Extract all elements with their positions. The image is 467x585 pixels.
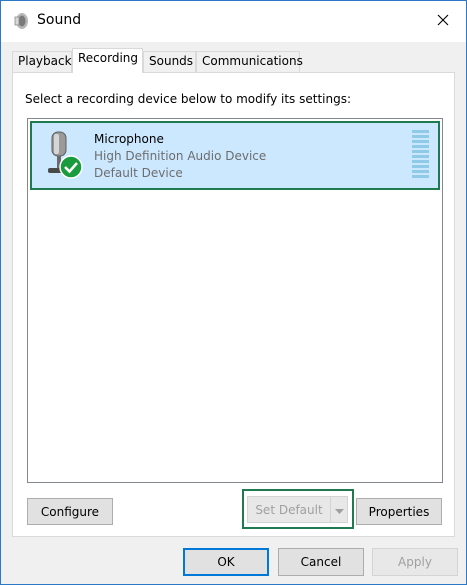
- configure-button[interactable]: Configure: [27, 498, 113, 525]
- device-status: Default Device: [94, 166, 183, 180]
- close-button[interactable]: [420, 1, 466, 42]
- device-list[interactable]: Microphone High Definition Audio Device …: [27, 118, 443, 483]
- default-check-icon: [59, 155, 83, 179]
- apply-button[interactable]: Apply: [372, 548, 458, 576]
- tab-playback[interactable]: Playback: [12, 51, 72, 72]
- ok-button[interactable]: OK: [183, 548, 269, 576]
- tab-recording[interactable]: Recording: [72, 48, 143, 73]
- speaker-icon: [13, 12, 29, 30]
- device-description: High Definition Audio Device: [94, 149, 267, 163]
- level-meter: [412, 130, 429, 182]
- tab-sounds[interactable]: Sounds: [143, 51, 196, 72]
- instruction-text: Select a recording device below to modif…: [25, 92, 352, 106]
- device-row-microphone[interactable]: Microphone High Definition Audio Device …: [30, 121, 440, 190]
- tab-communications[interactable]: Communications: [196, 51, 303, 72]
- close-icon: [437, 14, 449, 29]
- set-default-button[interactable]: Set Default: [247, 496, 331, 523]
- device-name: Microphone: [94, 132, 164, 146]
- set-default-dropdown[interactable]: [330, 496, 348, 523]
- title-bar[interactable]: Sound: [1, 1, 466, 42]
- properties-button[interactable]: Properties: [356, 498, 442, 525]
- sound-dialog: Sound Playback Recording Sounds Communic…: [0, 0, 467, 585]
- microphone-icon: [42, 130, 88, 184]
- chevron-down-icon: [334, 503, 344, 517]
- recording-panel: Select a recording device below to modif…: [12, 72, 455, 537]
- set-default-group: Set Default: [242, 489, 354, 529]
- window-title: Sound: [37, 12, 82, 28]
- cancel-button[interactable]: Cancel: [278, 548, 364, 576]
